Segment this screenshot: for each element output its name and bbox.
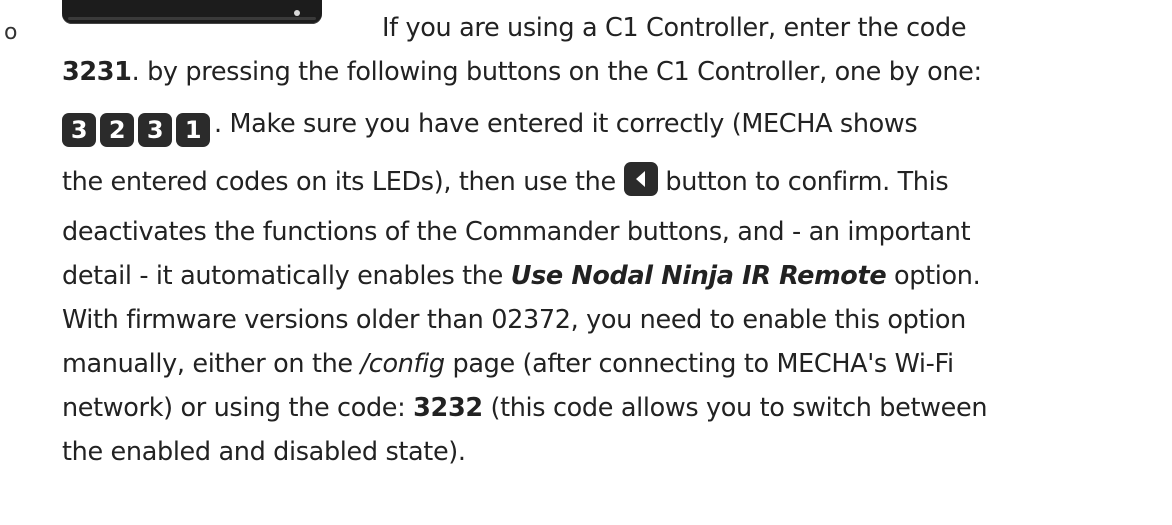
option-name: Use Nodal Ninja IR Remote (510, 261, 887, 291)
line4-before: the entered codes on its LEDs), then use… (62, 167, 616, 197)
left-arrow-button-icon (623, 162, 658, 196)
list-bullet: o (4, 20, 18, 45)
text-line-9: network) or using the code: 3232 (this c… (62, 386, 1168, 430)
line2-rest: . by pressing the following buttons on t… (131, 57, 982, 87)
text-line-8: manually, either on the /config page (af… (62, 342, 1168, 386)
line8-before: manually, either on the (62, 349, 353, 379)
line6-before: detail - it automatically enables the (62, 261, 503, 291)
line6-after: option. (894, 261, 981, 291)
text-line-10: the enabled and disabled state). (62, 437, 466, 467)
key-1-icon: 1 (176, 113, 210, 147)
key-2-icon: 2 (100, 113, 134, 147)
line3-rest: . Make sure you have entered it correctl… (214, 109, 918, 139)
code-3232: 3232 (413, 393, 483, 423)
intro-text: If you are using a C1 Controller, enter … (382, 13, 967, 43)
text-line-5: deactivates the functions of the Command… (62, 217, 971, 247)
text-line-2: 3231. by pressing the following buttons … (62, 50, 1168, 94)
line9-before: network) or using the code: (62, 393, 406, 423)
key-3-icon: 3 (62, 113, 96, 147)
text-line-7: With firmware versions older than 02372,… (62, 305, 966, 335)
text-line-6: detail - it automatically enables the Us… (62, 254, 1168, 298)
line9-after: (this code allows you to switch between (490, 393, 988, 423)
text-line-4: the entered codes on its LEDs), then use… (62, 154, 1168, 210)
text-line-1: If you are using a C1 Controller, enter … (62, 6, 1168, 50)
line4-after: button to confirm. This (665, 167, 949, 197)
key-3-icon: 3 (138, 113, 172, 147)
code-3231: 3231 (62, 57, 132, 87)
text-line-3: 3231. Make sure you have entered it corr… (62, 94, 1168, 154)
line8-after: page (after connecting to MECHA's Wi-Fi (452, 349, 955, 379)
instruction-paragraph: If you are using a C1 Controller, enter … (62, 6, 1168, 474)
config-path: /config (360, 349, 446, 379)
